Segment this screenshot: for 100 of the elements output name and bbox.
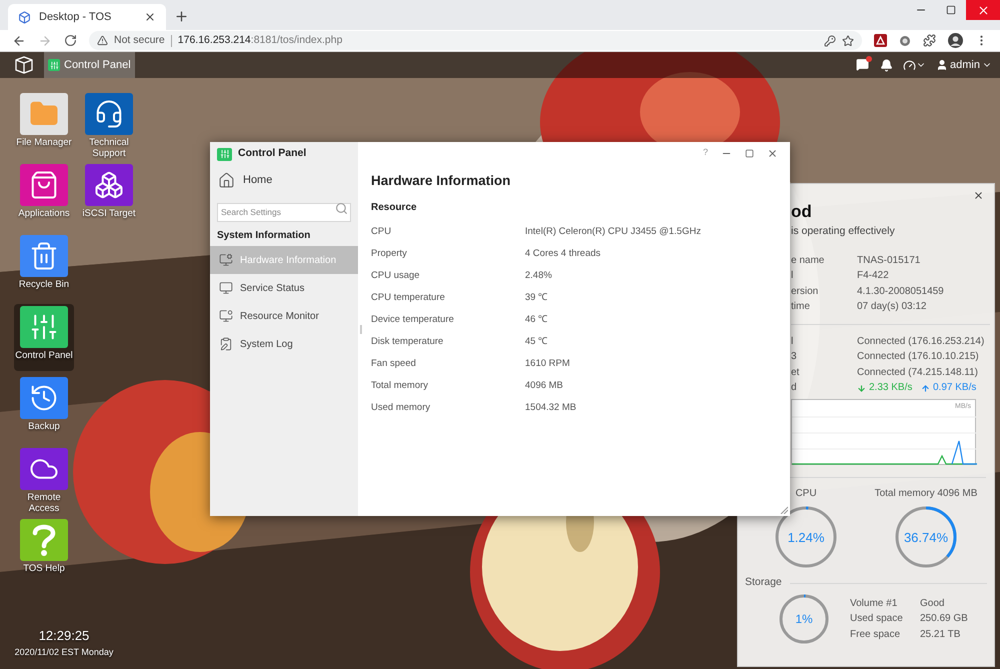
user-menu[interactable]: admin [936, 56, 992, 74]
sliders-icon [48, 59, 60, 71]
gauge-reading: 1.24% [788, 528, 824, 546]
monitor-gear-icon [219, 253, 233, 267]
circle-icon[interactable] [899, 34, 911, 46]
info-value: 1504.32 MB [525, 401, 576, 416]
info-label: time [791, 300, 811, 314]
nav-item[interactable]: System Log [210, 330, 358, 358]
maximize-icon[interactable] [946, 5, 956, 15]
splitter-handle[interactable] [360, 325, 362, 334]
search-icon[interactable] [335, 202, 348, 215]
storage-value: 25.21 TB [920, 628, 960, 642]
info-value: 46 ℃ [525, 313, 548, 328]
info-value: Intel(R) Celeron(R) CPU J3455 @1.5GHz [525, 225, 701, 240]
user-icon [936, 59, 948, 71]
clipboard-icon [219, 337, 233, 351]
chat-icon[interactable] [856, 58, 870, 72]
close-icon [976, 4, 990, 16]
info-label: e name [791, 254, 826, 268]
browser-tab[interactable]: Desktop - TOS [8, 4, 166, 30]
reload-icon[interactable] [64, 34, 77, 47]
info-value: 4096 MB [525, 379, 564, 394]
back-icon[interactable] [12, 34, 26, 48]
info-label: Total memory [371, 379, 430, 394]
info-label: CPU usage [371, 269, 421, 284]
storage-value: 250.69 GB [920, 612, 968, 626]
storage-label: Used space [850, 612, 904, 626]
status-subtitle: is operating effectively [791, 224, 896, 239]
gauge-label: Total memory 4096 MB [874, 487, 978, 502]
desktop-icon[interactable]: Control Panel [14, 304, 74, 371]
sliders-icon [217, 148, 232, 160]
clock-time: 12:29:25 [38, 627, 90, 645]
key-icon[interactable] [824, 34, 836, 46]
info-value: 2.48% [525, 269, 552, 284]
taskbar-app[interactable]: Control Panel [44, 52, 135, 78]
network-label: d [791, 381, 798, 396]
network-value: Connected (176.16.253.214) [857, 334, 984, 348]
download-speed: 2.33 KB/s [869, 381, 914, 396]
info-value: 1610 RPM [525, 357, 570, 372]
page-title: Hardware Information [371, 172, 512, 190]
info-value: 45 ℃ [525, 335, 548, 350]
gauge-label: CPU [795, 487, 817, 502]
download-icon [857, 384, 866, 393]
nav-item[interactable]: Service Status [210, 274, 358, 302]
maximize-icon[interactable] [745, 148, 754, 158]
home-link[interactable]: Home [210, 172, 358, 189]
close-icon[interactable] [973, 190, 984, 201]
avatar-icon[interactable] [948, 33, 963, 48]
gauge-reading: 36.74% [904, 528, 948, 546]
warning-icon [97, 35, 108, 46]
info-label: Property [371, 247, 408, 262]
puzzle-icon[interactable] [923, 34, 936, 47]
logo-icon[interactable] [14, 56, 34, 74]
security-label: Not secure [114, 32, 165, 48]
info-label: Used memory [371, 401, 432, 416]
storage-label: Free space [850, 628, 902, 642]
storage-label: Volume #1 [850, 596, 898, 611]
info-label: CPU [371, 225, 392, 240]
window-title: Control Panel [238, 146, 306, 162]
info-value: 39 ℃ [525, 291, 548, 306]
storage-value: Good [920, 596, 944, 611]
info-value: TNAS-015171 [857, 254, 920, 268]
tab-title: Desktop - TOS [39, 10, 112, 25]
bell-icon[interactable] [880, 58, 894, 72]
info-label: ersion [791, 284, 820, 298]
star-icon[interactable] [842, 34, 854, 46]
gauge-icon[interactable] [903, 58, 916, 72]
section-title: Resource [371, 201, 418, 216]
monitor-icon [219, 309, 233, 323]
resize-grip-icon[interactable] [780, 506, 788, 514]
upload-speed: 0.97 KB/s [933, 381, 976, 396]
close-icon[interactable] [144, 11, 156, 23]
network-label: et [791, 366, 800, 380]
clock-date: 2020/11/02 EST Monday [14, 646, 114, 659]
cube-icon [18, 10, 31, 24]
info-label: CPU temperature [371, 291, 446, 306]
gauge-reading: 1% [795, 611, 813, 628]
close-button[interactable] [966, 0, 1000, 20]
search-field[interactable]: Search Settings [217, 202, 351, 222]
network-label: l [791, 334, 794, 348]
address-field[interactable]: Not secure 176.16.253.214:8181/tos/index.php [89, 31, 862, 50]
section-heading: System Information [216, 229, 312, 243]
monitor-icon [219, 281, 233, 295]
nav-item[interactable]: Resource Monitor [210, 302, 358, 330]
url-text: 176.16.253.214:8181/tos/index.php [178, 32, 342, 48]
network-value: Connected (176.10.10.215) [857, 350, 979, 364]
network-label: 3 [791, 350, 798, 364]
gauge-ring [894, 505, 958, 570]
info-label: l [791, 269, 794, 283]
storage-title: Storage [745, 575, 782, 590]
info-value: F4-422 [857, 269, 889, 283]
close-icon[interactable] [767, 148, 778, 158]
new-tab-icon[interactable] [174, 9, 189, 24]
network-value: Connected (74.215.148.11) [857, 366, 978, 380]
info-label: Disk temperature [371, 335, 444, 350]
info-value: 4.1.30-2008051459 [857, 284, 944, 298]
info-value: 07 day(s) 03:12 [857, 300, 926, 314]
info-value: 4 Cores 4 threads [525, 247, 601, 262]
info-label: Device temperature [371, 313, 455, 328]
pdf-icon[interactable] [874, 34, 887, 47]
